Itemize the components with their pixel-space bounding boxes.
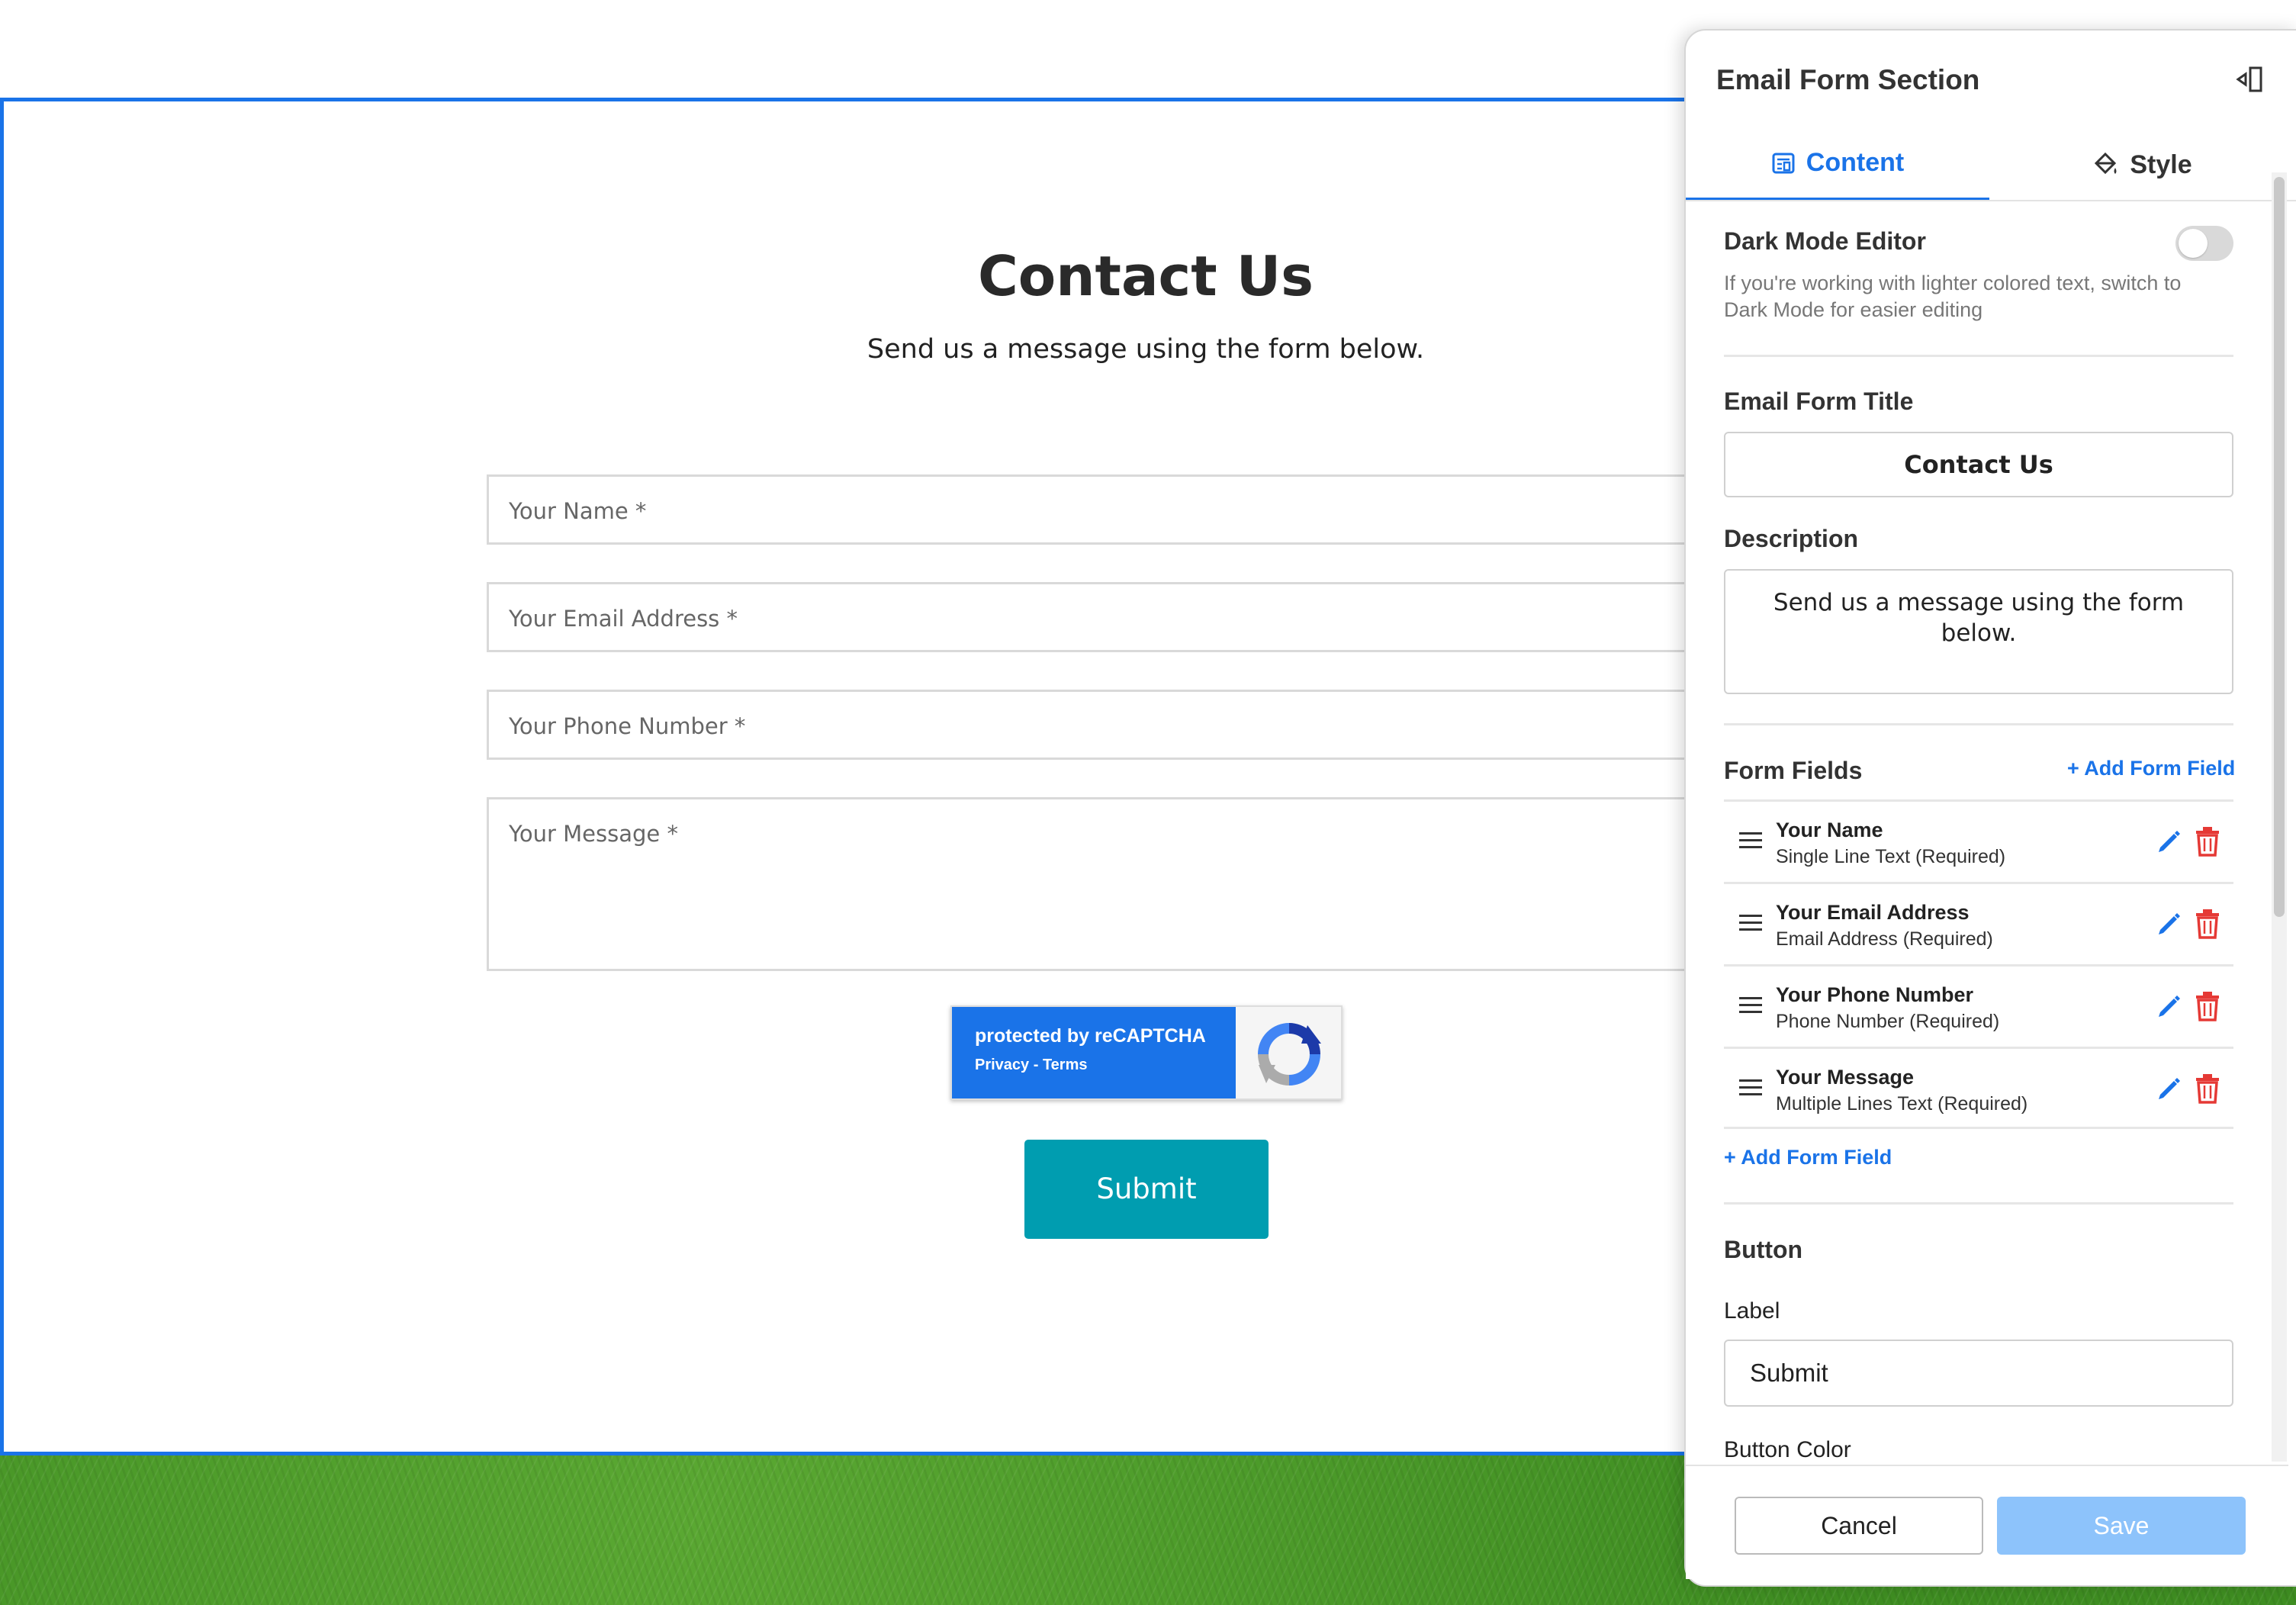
delete-trash-icon[interactable] <box>2194 826 2221 857</box>
tab-content-label: Content <box>1806 148 1905 177</box>
toggle-knob <box>2179 229 2208 258</box>
add-form-field-link[interactable]: + Add Form Field <box>1724 1146 1892 1169</box>
field-type: Multiple Lines Text (Required) <box>1776 1093 2028 1114</box>
paint-bucket-icon <box>2095 152 2117 175</box>
edit-pencil-icon[interactable] <box>2154 991 2183 1020</box>
divider <box>1724 723 2233 725</box>
delete-trash-icon[interactable] <box>2194 991 2221 1021</box>
edit-pencil-icon[interactable] <box>2154 909 2183 938</box>
field-name: Your Name <box>1776 819 1883 841</box>
description-input[interactable]: Send us a message using the form below. <box>1724 569 2233 694</box>
scrollbar-thumb[interactable] <box>2274 177 2285 917</box>
divider <box>1724 1202 2233 1205</box>
drag-handle-icon[interactable] <box>1739 995 1762 1015</box>
email-field[interactable]: Your Email Address * <box>487 582 1722 652</box>
button-color-label: Button Color <box>1724 1437 1851 1462</box>
recaptcha-badge[interactable]: protected by reCAPTCHA Privacy - Terms <box>950 1005 1343 1100</box>
collapse-panel-icon[interactable] <box>2235 64 2265 95</box>
title-input[interactable]: Contact Us <box>1724 432 2233 497</box>
tab-style[interactable]: Style <box>1989 128 2294 201</box>
tab-content[interactable]: Content <box>1686 128 1989 201</box>
divider <box>1724 355 2233 357</box>
dark-mode-hint: If you're working with lighter colored t… <box>1724 272 2182 321</box>
dark-mode-toggle[interactable] <box>2175 226 2233 261</box>
delete-trash-icon[interactable] <box>2194 909 2221 939</box>
edit-pencil-icon[interactable] <box>2154 826 2183 855</box>
description-label: Description <box>1724 525 1859 552</box>
message-field[interactable]: Your Message * <box>487 797 1722 971</box>
drag-handle-icon[interactable] <box>1739 1078 1762 1098</box>
name-field[interactable]: Your Name * <box>487 474 1722 545</box>
field-row-message[interactable]: Your Message Multiple Lines Text (Require… <box>1724 1047 2233 1129</box>
field-name: Your Email Address <box>1776 901 1970 924</box>
field-type: Phone Number (Required) <box>1776 1011 2000 1032</box>
edit-pencil-icon[interactable] <box>2154 1073 2183 1102</box>
add-form-field-link-top[interactable]: + Add Form Field <box>2067 757 2235 780</box>
drag-handle-icon[interactable] <box>1739 913 1762 933</box>
panel-title: Email Form Section <box>1716 64 1980 95</box>
field-name: Your Message <box>1776 1066 1915 1089</box>
content-tab-icon <box>1772 153 1795 173</box>
drag-handle-icon[interactable] <box>1739 831 1762 851</box>
panel-scrollbar[interactable] <box>2272 172 2287 1462</box>
label-label: Label <box>1724 1298 1780 1324</box>
cancel-button[interactable]: Cancel <box>1735 1497 1983 1555</box>
button-section-label: Button <box>1724 1236 1803 1263</box>
tab-divider <box>1686 200 2296 201</box>
recaptcha-protected-label: protected by reCAPTCHA <box>975 1025 1206 1047</box>
field-row-email[interactable]: Your Email Address Email Address (Require… <box>1724 882 2233 964</box>
save-button[interactable]: Save <box>1997 1497 2246 1555</box>
submit-button[interactable]: Submit <box>1024 1140 1269 1239</box>
button-label-input[interactable]: Submit <box>1724 1340 2233 1407</box>
recaptcha-privacy-terms[interactable]: Privacy - Terms <box>975 1057 1236 1074</box>
field-name: Your Phone Number <box>1776 983 1974 1006</box>
field-type: Single Line Text (Required) <box>1776 846 2006 867</box>
canvas: Contact Us Send us a message using the fo… <box>0 0 2296 1605</box>
recaptcha-logo-icon <box>1258 1023 1321 1086</box>
field-type: Email Address (Required) <box>1776 928 1993 950</box>
dark-mode-label: Dark Mode Editor <box>1724 227 1926 255</box>
tab-style-label: Style <box>2130 150 2192 179</box>
title-label: Email Form Title <box>1724 388 1914 415</box>
field-row-phone[interactable]: Your Phone Number Phone Number (Required) <box>1724 964 2233 1047</box>
recaptcha-text: protected by reCAPTCHA Privacy - Terms <box>952 1007 1236 1098</box>
field-row-name[interactable]: Your Name Single Line Text (Required) <box>1724 799 2233 882</box>
form-fields-label: Form Fields <box>1724 757 1863 784</box>
delete-trash-icon[interactable] <box>2194 1073 2221 1104</box>
phone-field[interactable]: Your Phone Number * <box>487 690 1722 760</box>
